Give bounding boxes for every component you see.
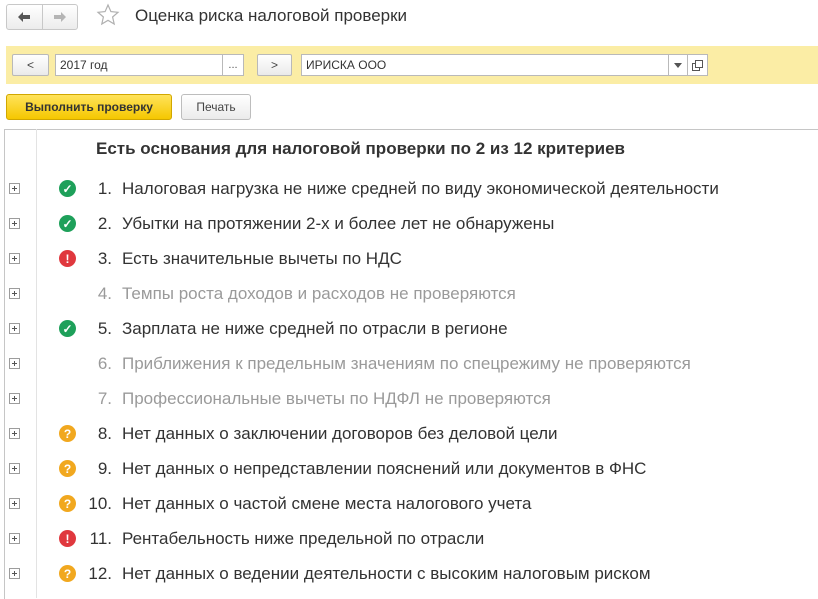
report-header: Есть основания для налоговой проверки по…	[96, 139, 626, 158]
next-period-button[interactable]: >	[257, 54, 292, 76]
open-window-icon	[692, 59, 703, 71]
period-select-button[interactable]: ...	[222, 54, 244, 76]
criterion-row: ✓ 2. Убытки на протяжении 2-х и более лет …	[0, 207, 818, 242]
criterion-number: 4.	[97, 284, 112, 303]
exclamation-circle-icon: !	[59, 530, 76, 547]
criterion-number: 2.	[97, 214, 112, 233]
organization-dropdown-button[interactable]	[668, 54, 688, 76]
expand-row-icon[interactable]	[9, 288, 20, 299]
criterion-row: ? 12. Нет данных о ведении деятельности с …	[0, 557, 818, 592]
star-outline-icon	[96, 3, 120, 26]
criterion-text: Есть значительные вычеты по НДС	[122, 249, 402, 268]
criterion-row: 4. Темпы роста доходов и расходов не пров…	[0, 277, 818, 312]
criterion-number: 7.	[97, 389, 112, 408]
page-title: Оценка риска налоговой проверки	[135, 6, 408, 25]
criterion-text: Убытки на протяжении 2-х и более лет не …	[122, 214, 555, 233]
question-circle-icon: ?	[59, 425, 76, 442]
criterion-text: Нет данных о частой смене места налогово…	[122, 494, 532, 513]
title-bar: Оценка риска налоговой проверки	[0, 0, 818, 36]
expand-row-icon[interactable]	[9, 568, 20, 579]
organization-open-button[interactable]	[687, 54, 708, 76]
criterion-text: Темпы роста доходов и расходов не провер…	[122, 284, 516, 303]
forward-button[interactable]	[41, 5, 78, 29]
run-check-button[interactable]: Выполнить проверку	[6, 94, 172, 120]
criterion-row: ! 11. Рентабельность ниже предельной по от…	[0, 522, 818, 557]
criterion-text: Нет данных о заключении договоров без де…	[122, 424, 558, 443]
favorite-button[interactable]	[96, 3, 120, 32]
back-button[interactable]	[7, 5, 42, 29]
previous-period-button[interactable]: <	[12, 54, 49, 76]
criterion-text: Приближения к предельным значениям по сп…	[122, 354, 691, 373]
triangle-down-icon	[674, 62, 682, 68]
exclamation-circle-icon: !	[59, 250, 76, 267]
criterion-number: 12.	[88, 564, 112, 583]
criterion-row: ✓ 5. Зарплата не ниже средней по отрасли в…	[0, 312, 818, 347]
expand-row-icon[interactable]	[9, 533, 20, 544]
criterion-row: ? 8. Нет данных о заключении договоров без…	[0, 417, 818, 452]
criterion-row: 6. Приближения к предельным значениям по …	[0, 347, 818, 382]
checkmark-circle-icon: ✓	[59, 320, 76, 337]
expand-row-icon[interactable]	[9, 253, 20, 264]
criterion-number: 1.	[97, 179, 112, 198]
criterion-text: Налоговая нагрузка не ниже средней по ви…	[122, 179, 719, 198]
print-button[interactable]: Печать	[181, 94, 251, 120]
criterion-text: Нет данных о непредставлении пояснений и…	[122, 459, 647, 478]
expand-row-icon[interactable]	[9, 358, 20, 369]
criterion-number: 11.	[89, 529, 112, 548]
checkmark-circle-icon: ✓	[59, 215, 76, 232]
criterion-row: ? 10. Нет данных о частой смене места нало…	[0, 487, 818, 522]
period-field[interactable]: 2017 год	[55, 54, 223, 76]
expand-row-icon[interactable]	[9, 393, 20, 404]
criterion-row: ✓ 1. Налоговая нагрузка не ниже средней по…	[0, 172, 818, 207]
criterion-text: Зарплата не ниже средней по отрасли в ре…	[122, 319, 508, 338]
arrow-left-icon	[18, 12, 31, 22]
criterion-text: Рентабельность ниже предельной по отрасл…	[122, 529, 485, 548]
criterion-number: 6.	[97, 354, 112, 373]
criterion-number: 3.	[97, 249, 112, 268]
expand-row-icon[interactable]	[9, 428, 20, 439]
criterion-number: 10.	[88, 494, 112, 513]
criterion-row: ! 3. Есть значительные вычеты по НДС	[0, 242, 818, 277]
arrow-right-icon	[53, 12, 66, 22]
criterion-row: 7. Профессиональные вычеты по НДФЛ не про…	[0, 382, 818, 417]
question-circle-icon: ?	[59, 495, 76, 512]
criterion-number: 5.	[97, 319, 112, 338]
expand-row-icon[interactable]	[9, 463, 20, 474]
criterion-text: Нет данных о ведении деятельности с высо…	[122, 564, 651, 583]
expand-row-icon[interactable]	[9, 183, 20, 194]
expand-row-icon[interactable]	[9, 218, 20, 229]
criterion-number: 8.	[97, 424, 112, 443]
criterion-text: Профессиональные вычеты по НДФЛ не прове…	[122, 389, 551, 408]
question-circle-icon: ?	[59, 460, 76, 477]
expand-row-icon[interactable]	[9, 323, 20, 334]
filter-panel: < 2017 год ... > ИРИСКА ООО	[6, 46, 818, 84]
criterion-number: 9.	[97, 459, 112, 478]
question-circle-icon: ?	[59, 565, 76, 582]
expand-row-icon[interactable]	[9, 498, 20, 509]
criterion-row: ? 9. Нет данных о непредставлении пояснени…	[0, 452, 818, 487]
navigation-buttons	[6, 4, 78, 30]
checkmark-circle-icon: ✓	[59, 180, 76, 197]
organization-field[interactable]: ИРИСКА ООО	[301, 54, 669, 76]
